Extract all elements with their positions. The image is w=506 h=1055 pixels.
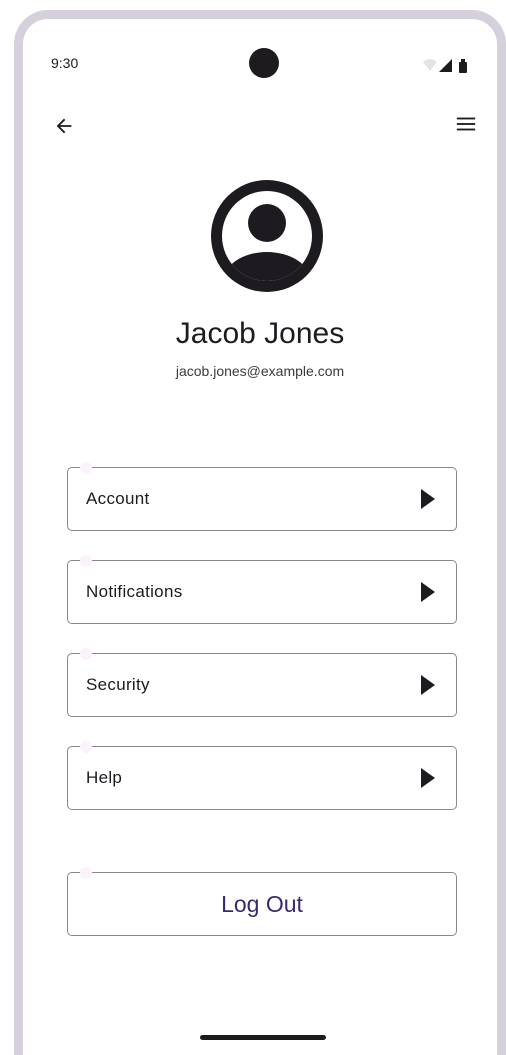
ripple-dot (80, 648, 92, 660)
home-indicator[interactable] (200, 1035, 326, 1040)
ripple-dot (80, 462, 92, 474)
wifi-icon (423, 59, 437, 71)
menu-item-label: Account (86, 489, 150, 508)
logout-button[interactable]: Log Out (67, 867, 457, 936)
status-icons (423, 59, 467, 73)
play-arrow-icon (420, 767, 436, 789)
battery-icon (459, 62, 467, 73)
menu-item-help[interactable]: Help (67, 741, 457, 810)
ripple-dot (80, 555, 92, 567)
account-circle-icon (211, 180, 323, 292)
screen: 9:30 Jacob Jones jacob.jones@example.com… (23, 19, 497, 1055)
hamburger-menu-icon (456, 117, 476, 131)
ripple-dot (80, 867, 92, 879)
status-time: 9:30 (51, 55, 79, 71)
menu-item-account[interactable]: Account (67, 462, 457, 531)
profile-name: Jacob Jones (175, 317, 345, 350)
ripple-dot (80, 741, 92, 753)
menu-button[interactable] (449, 107, 483, 141)
back-button[interactable] (47, 109, 81, 143)
cellular-signal-icon (439, 59, 452, 72)
menu-item-label: Notifications (86, 582, 183, 601)
menu-item-notifications[interactable]: Notifications (67, 555, 457, 624)
arrow-left-icon (56, 118, 72, 134)
logout-label: Log Out (221, 890, 303, 917)
play-arrow-icon (420, 581, 436, 603)
camera-cutout (249, 48, 279, 78)
menu-item-label: Help (86, 768, 123, 787)
device-frame: 9:30 Jacob Jones jacob.jones@example.com… (14, 10, 506, 1055)
play-arrow-icon (420, 488, 436, 510)
play-arrow-icon (420, 674, 436, 696)
menu-item-label: Security (86, 675, 150, 694)
menu-item-security[interactable]: Security (67, 648, 457, 717)
profile-email: jacob.jones@example.com (175, 363, 345, 379)
